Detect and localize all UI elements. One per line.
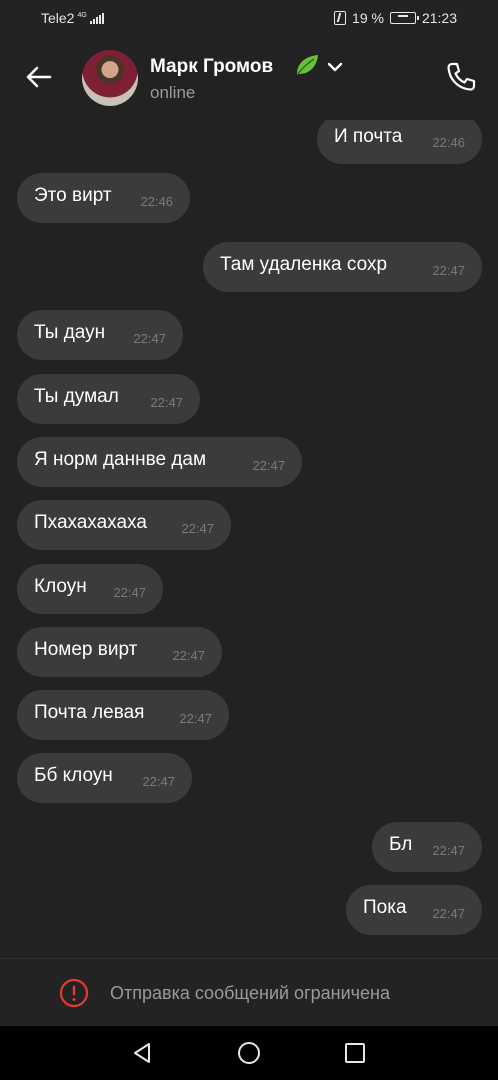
chevron-down-icon[interactable]: [326, 60, 344, 74]
message-text: Ты думал: [34, 386, 119, 407]
chat-header: Марк Громов online: [0, 36, 498, 120]
battery-percent: 19 %: [352, 10, 384, 26]
network-type: 4G: [77, 11, 87, 19]
nav-recent-icon[interactable]: [342, 1040, 368, 1066]
back-arrow-icon[interactable]: [22, 60, 56, 94]
signal-icon: [89, 12, 104, 24]
message-text: Бб клоун: [34, 765, 113, 786]
message-time: 22:46: [140, 194, 173, 209]
message-bubble-outgoing[interactable]: И почта 22:46: [317, 120, 482, 164]
messaging-restricted-bar: Отправка сообщений ограничена: [0, 958, 498, 1026]
nav-back-icon[interactable]: [130, 1040, 156, 1066]
alert-circle-icon: [59, 978, 89, 1008]
message-time: 22:47: [432, 906, 465, 921]
message-bubble-incoming[interactable]: Это вирт 22:46: [17, 173, 190, 223]
status-bar: Tele2 4G 19 % 21:23: [0, 0, 498, 36]
message-bubble-incoming[interactable]: Пхахахахаха 22:47: [17, 500, 231, 550]
message-list[interactable]: И почта 22:46 Это вирт 22:46 Там удаленка со…: [0, 120, 498, 958]
contact-status: online: [150, 83, 196, 102]
message-time: 22:47: [150, 395, 183, 410]
message-text: Номер вирт: [34, 639, 138, 660]
battery-icon: [389, 12, 419, 24]
nfc-icon: [334, 11, 347, 25]
message-time: 22:47: [133, 331, 166, 346]
message-time: 22:47: [432, 843, 465, 858]
status-left: Tele2 4G: [41, 10, 104, 26]
restricted-label: Отправка сообщений ограничена: [110, 983, 390, 1003]
message-text: Я норм даннве дам: [34, 449, 207, 470]
message-bubble-incoming[interactable]: Клоун 22:47: [17, 564, 163, 614]
message-text: Там удаленка сохр: [220, 254, 388, 275]
message-bubble-incoming[interactable]: Номер вирт 22:47: [17, 627, 222, 677]
message-bubble-incoming[interactable]: Почта левая 22:47: [17, 690, 229, 740]
system-nav-bar: [0, 1026, 498, 1080]
message-time: 22:46: [432, 135, 465, 150]
message-text: Пока: [363, 897, 407, 918]
message-bubble-incoming[interactable]: Ты думал 22:47: [17, 374, 200, 424]
message-bubble-outgoing[interactable]: Там удаленка сохр 22:47: [203, 242, 482, 292]
message-bubble-incoming[interactable]: Бб клоун 22:47: [17, 753, 192, 803]
message-time: 22:47: [142, 774, 175, 789]
message-bubble-incoming[interactable]: Я норм даннве дам 22:47: [17, 437, 302, 487]
message-text: Бл: [389, 834, 413, 855]
contact-name[interactable]: Марк Громов: [150, 56, 273, 78]
message-text: Ты даун: [34, 322, 106, 343]
message-bubble-incoming[interactable]: Ты даун 22:47: [17, 310, 183, 360]
message-text: Почта левая: [34, 702, 145, 723]
message-text: Это вирт: [34, 185, 112, 206]
message-bubble-outgoing[interactable]: Бл 22:47: [372, 822, 482, 872]
message-text: Клоун: [34, 576, 87, 597]
message-text: И почта: [334, 126, 403, 147]
message-time: 22:47: [113, 585, 146, 600]
message-time: 22:47: [181, 521, 214, 536]
status-right: 19 % 21:23: [334, 10, 457, 26]
clock: 21:23: [421, 10, 457, 26]
carrier-name: Tele2: [41, 10, 75, 26]
avatar[interactable]: [82, 50, 138, 106]
phone-icon[interactable]: [444, 60, 478, 94]
message-bubble-outgoing[interactable]: Пока 22:47: [346, 885, 482, 935]
nav-home-icon[interactable]: [236, 1040, 262, 1066]
message-time: 22:47: [432, 263, 465, 278]
message-text: Пхахахахаха: [34, 512, 147, 533]
leaf-icon: [296, 55, 318, 76]
message-time: 22:47: [179, 711, 212, 726]
message-time: 22:47: [172, 648, 205, 663]
message-time: 22:47: [252, 458, 285, 473]
